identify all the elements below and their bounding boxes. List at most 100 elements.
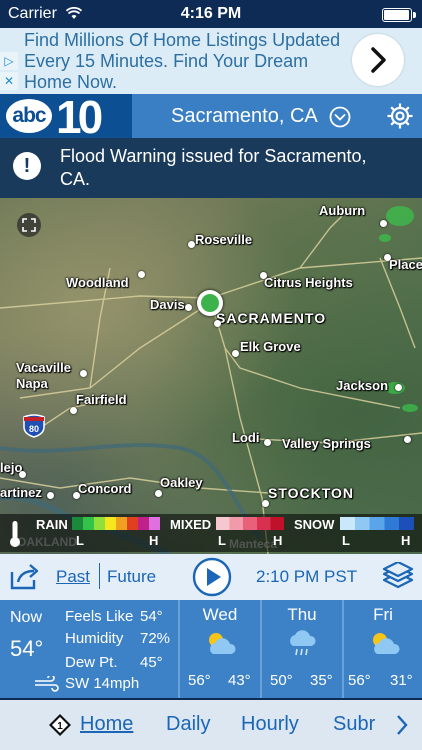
forecast-low: 43°	[228, 672, 251, 689]
feels-like-value: 54°	[140, 608, 163, 625]
legend-snow-high: H	[401, 533, 411, 548]
chevron-right-icon[interactable]	[395, 714, 409, 736]
expand-map-icon[interactable]	[17, 213, 41, 237]
map-roads	[0, 206, 422, 554]
weather-alert-banner[interactable]: ! Flood Warning issued for Sacramento, C…	[0, 138, 422, 198]
legend-snow-low: L	[342, 533, 350, 548]
forecast-low: 31°	[390, 672, 413, 689]
ad-text[interactable]: Find Millions Of Home Listings Updated E…	[24, 30, 346, 93]
current-temp: 54°	[10, 636, 44, 661]
city-dot-lodi	[264, 439, 271, 446]
partly-cloudy-icon	[209, 633, 236, 654]
forecast-day-3[interactable]: Fri 56° 31°	[344, 600, 422, 698]
forecast-day-name: Fri	[373, 605, 393, 624]
legend-mixed-bar	[216, 517, 284, 530]
wind-icon	[35, 676, 59, 692]
city-label-lodi: Lodi	[232, 430, 260, 445]
status-bar: Carrier 4:16 PM	[0, 0, 422, 28]
city-label-jackson: Jackson	[336, 378, 389, 393]
city-dot-vallejo	[19, 471, 26, 478]
future-tab[interactable]: Future	[107, 567, 156, 587]
nav-hourly[interactable]: Hourly	[241, 713, 299, 736]
nav-daily[interactable]: Daily	[166, 713, 210, 736]
city-dot-stockton	[262, 500, 269, 507]
radar-map[interactable]	[0, 198, 422, 554]
city-label-roseville: Roseville	[195, 232, 253, 247]
layers-icon[interactable]	[382, 562, 414, 590]
legend-snow-bar	[340, 517, 414, 530]
past-tab[interactable]: Past	[56, 567, 90, 587]
legend-mixed-high: H	[273, 533, 283, 548]
chevron-down-circle-icon[interactable]	[329, 106, 351, 128]
feels-like-label: Feels Like	[65, 608, 134, 625]
forecast-high: 56°	[188, 672, 211, 689]
city-dot-vacaville	[80, 370, 87, 377]
city-dot-valley-springs	[404, 436, 411, 443]
city-label-valley-springs: Valley Springs	[282, 436, 371, 451]
city-label-fairfield: Fairfield	[76, 392, 127, 407]
forecast-day-1[interactable]: Wed 56° 43°	[180, 600, 260, 698]
chevron-right-icon	[371, 47, 386, 73]
partly-cloudy-icon	[373, 633, 400, 654]
dew-point-value: 45°	[140, 654, 163, 671]
city-label-placerville: Place	[389, 257, 422, 272]
city-dot-auburn	[380, 220, 387, 227]
thermometer-icon	[10, 521, 20, 547]
humidity-label: Humidity	[65, 630, 124, 647]
status-time: 4:16 PM	[180, 5, 242, 22]
alert-text[interactable]: Flood Warning issued for Sacramento, CA.	[60, 145, 400, 191]
city-label-citrus-heights: Citrus Heights	[264, 275, 353, 290]
city-dot-citrus-heights	[260, 272, 267, 279]
notification-badge-icon[interactable]: 1	[48, 713, 72, 737]
adchoices-icon[interactable]: ▷	[0, 52, 18, 70]
current-conditions[interactable]: Now 54° Feels Like 54° Humidity 72% Dew …	[0, 600, 178, 698]
city-label-woodland: Woodland	[66, 275, 129, 290]
city-label-davis: Davis	[150, 297, 185, 312]
share-icon[interactable]	[8, 560, 40, 592]
current-location-marker[interactable]	[197, 290, 223, 316]
ad-banner[interactable]: ▷ ✕ Find Millions Of Home Listings Updat…	[0, 28, 422, 94]
ad-go-button[interactable]	[352, 34, 404, 86]
nav-home[interactable]: Home	[80, 713, 133, 736]
ad-close-icon[interactable]: ✕	[0, 72, 18, 90]
exclamation-icon: !	[13, 152, 41, 180]
playback-time: 2:10 PM PST	[256, 567, 358, 586]
bottom-nav: 1 Home Daily Hourly Subr	[0, 700, 422, 750]
city-dot-roseville	[188, 241, 195, 248]
legend-mixed-label: MIXED	[170, 517, 212, 532]
now-label: Now	[10, 609, 43, 626]
city-label-auburn: Auburn	[319, 203, 366, 218]
location-selector[interactable]: Sacramento, CA	[171, 105, 318, 128]
logo-number: 10	[56, 91, 103, 143]
city-dot-concord	[73, 492, 80, 499]
city-label-martinez: artinez	[0, 485, 42, 500]
city-dot-davis	[185, 304, 192, 311]
legend-rain-low: L	[76, 533, 84, 548]
play-icon[interactable]	[192, 557, 232, 597]
city-label-stockton: STOCKTON	[268, 485, 355, 501]
city-label-vacaville: Vacaville	[16, 360, 71, 375]
rain-cloud-icon	[290, 630, 316, 656]
playbar-divider	[99, 563, 100, 589]
humidity-value: 72%	[140, 630, 171, 647]
legend-rain-label: RAIN	[36, 517, 68, 532]
city-dot-jackson	[395, 384, 402, 391]
forecast-high: 56°	[348, 672, 371, 689]
forecast-day-2[interactable]: Thu 50° 35°	[262, 600, 342, 698]
battery-icon	[382, 8, 416, 22]
city-label-sacramento: SACRAMENTO	[216, 310, 327, 326]
badge-count: 1	[57, 721, 63, 732]
station-logo: abc 10	[0, 91, 132, 143]
city-label-concord: Concord	[78, 481, 132, 496]
logo-abc: abc	[6, 99, 52, 133]
forecast-low: 35°	[310, 672, 333, 689]
interstate-80-shield: 80	[23, 414, 45, 438]
city-dot-elk-grove	[232, 350, 239, 357]
nav-subr[interactable]: Subr	[333, 713, 375, 736]
city-label-napa: Napa	[16, 376, 48, 391]
gear-icon[interactable]	[386, 102, 414, 130]
legend-mixed-low: L	[218, 533, 226, 548]
city-dot-sacramento	[214, 320, 221, 327]
app-header: abc 10 Sacramento, CA	[0, 91, 422, 143]
city-label-oakley: Oakley	[160, 475, 203, 490]
